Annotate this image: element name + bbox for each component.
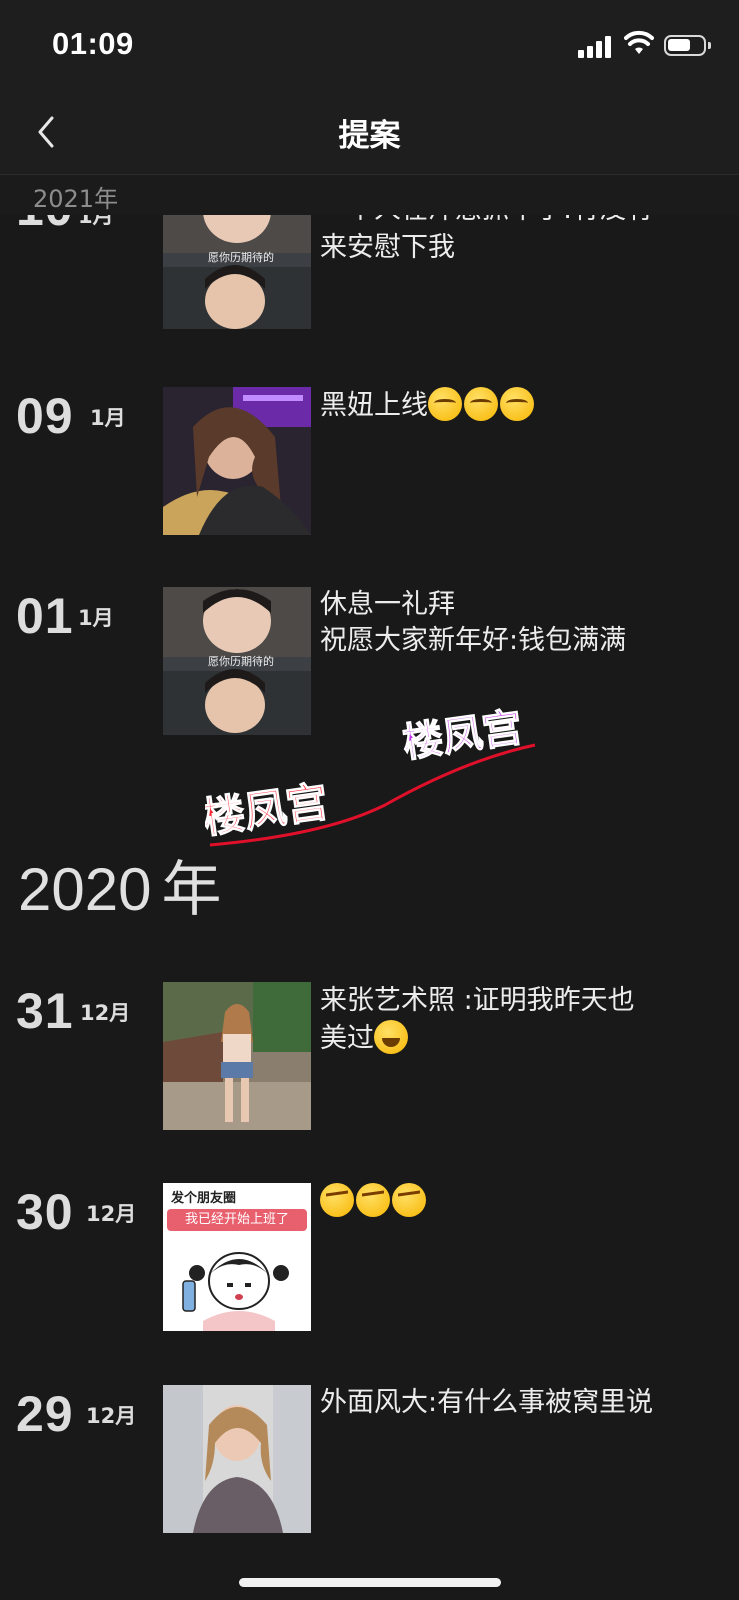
- entry-day: 09: [16, 388, 74, 444]
- entry-day: 01: [16, 588, 74, 644]
- sticky-year-header: 2021年: [0, 175, 739, 215]
- battery-icon: [664, 35, 711, 56]
- entry-thumbnail[interactable]: [163, 982, 311, 1130]
- thumb-caption-top: 发个朋友圈: [171, 1191, 237, 1206]
- status-time: 01:09: [52, 26, 134, 61]
- entry-month: 12月: [80, 1001, 131, 1025]
- entry-month: 1月: [90, 406, 126, 430]
- cellular-signal-icon: [578, 34, 614, 58]
- watermark-logo: 楼凤宫 楼凤宫: [205, 705, 536, 847]
- entry-month: 1月: [78, 606, 114, 630]
- svg-text:愿你历期待的: 愿你历期待的: [208, 654, 274, 668]
- svg-text:楼凤宫: 楼凤宫: [205, 777, 331, 843]
- nav-bar: 提案: [0, 92, 739, 175]
- wifi-icon: [624, 30, 654, 54]
- entry-text: [320, 1183, 720, 1220]
- entry-month: 12月: [86, 1404, 137, 1428]
- timeline-entry[interactable]: 29 12月 外面风大:有什么事被窝里说: [0, 1385, 739, 1535]
- emoji-angry-icon: [392, 1183, 426, 1217]
- entry-text: 黑妞上线: [320, 387, 720, 424]
- emoji-sweat-icon: [500, 387, 534, 421]
- page-title: 提案: [338, 118, 401, 154]
- entry-text: 外面风大:有什么事被窝里说: [320, 1387, 654, 1418]
- entry-month: 12月: [86, 1202, 137, 1226]
- entry-day: 31: [16, 983, 74, 1039]
- entry-day: 30: [16, 1184, 74, 1240]
- entry-text: 来张艺术照 :证明我昨天也 美过: [320, 985, 635, 1054]
- entry-text: 休息一礼拜 祝愿大家新年好:钱包满满: [320, 589, 627, 656]
- entry-thumbnail[interactable]: 发个朋友圈 我已经开始上班了: [163, 1183, 311, 1331]
- emoji-sweat-icon: [464, 387, 498, 421]
- thumb-caption-banner: 我已经开始上班了: [167, 1209, 307, 1231]
- entry-thumbnail[interactable]: [163, 387, 311, 535]
- timeline-entry[interactable]: 09 1月 黑妞上线: [0, 387, 739, 537]
- emoji-angry-icon: [356, 1183, 390, 1217]
- entry-thumbnail[interactable]: [163, 1385, 311, 1533]
- sticky-year-label: 2021年: [33, 185, 119, 213]
- home-indicator[interactable]: [239, 1578, 501, 1587]
- emoji-angry-icon: [320, 1183, 354, 1217]
- timeline-entry[interactable]: 31 12月 来张艺术照 :证明我昨天也 美过: [0, 982, 739, 1132]
- entry-day: 29: [16, 1386, 74, 1442]
- timeline-entry[interactable]: 30 12月 发个朋友圈 我已经开始上班了: [0, 1183, 739, 1333]
- status-bar: 01:09: [0, 0, 739, 92]
- svg-text:愿你历期待的: 愿你历期待的: [208, 250, 274, 264]
- emoji-sweat-icon: [428, 387, 462, 421]
- svg-text:楼凤宫: 楼凤宫: [400, 705, 525, 767]
- emoji-laugh-icon: [374, 1020, 408, 1054]
- moments-timeline[interactable]: 2021年 10 1月 愿你历期待的 一个人在洋葱抓牢了:有没有 来安慰下我 0…: [0, 175, 739, 1600]
- year-heading: 2020 年: [18, 856, 222, 923]
